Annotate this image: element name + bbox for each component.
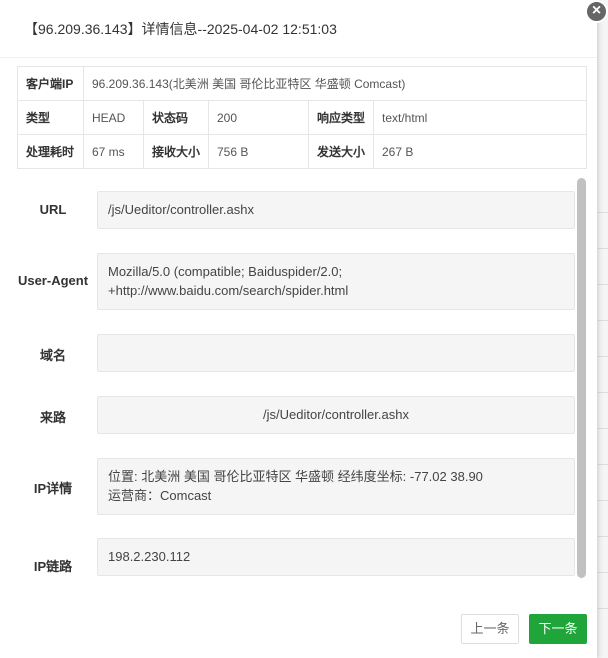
ip-chain-field[interactable]: 198.2.230.112	[97, 538, 575, 576]
detail-scroll-area[interactable]: URL /js/Ueditor/controller.ashx User-Age…	[17, 176, 587, 586]
ip-detail-field[interactable]: 位置: 北美洲 美国 哥伦比亚特区 华盛顿 经纬度坐标: -77.02 38.9…	[97, 458, 575, 515]
summary-row-timing: 处理耗时 67 ms 接收大小 756 B 发送大小 267 B	[17, 134, 588, 169]
detail-scrollbar[interactable]	[577, 178, 586, 578]
request-detail-dialog: 【96.209.36.143】详情信息--2025-04-02 12:51:03…	[0, 0, 597, 658]
ip-chain-row: IP链路 198.2.230.112	[17, 538, 577, 576]
domain-label: 域名	[39, 348, 66, 363]
process-time-label: 处理耗时	[17, 134, 84, 169]
response-type-value: text/html	[372, 100, 588, 135]
domain-row: 域名	[17, 334, 577, 372]
ip-detail-row: IP详情 位置: 北美洲 美国 哥伦比亚特区 华盛顿 经纬度坐标: -77.02…	[17, 458, 577, 515]
ip-location-text: 位置: 北美洲 美国 哥伦比亚特区 华盛顿 经纬度坐标: -77.02 38.9…	[108, 469, 483, 484]
referer-row: 来路 /js/Ueditor/controller.ashx	[17, 396, 577, 434]
dialog-title: 【96.209.36.143】详情信息--2025-04-02 12:51:03	[0, 0, 597, 58]
referer-label: 来路	[39, 410, 66, 425]
response-type-label: 响应类型	[308, 100, 374, 135]
next-button[interactable]: 下一条	[529, 614, 587, 644]
type-value: HEAD	[83, 100, 144, 135]
url-label: URL	[39, 202, 67, 217]
client-ip-label: 客户端IP	[17, 66, 84, 101]
url-field[interactable]: /js/Ueditor/controller.ashx	[97, 191, 575, 229]
summary-row-type: 类型 HEAD 状态码 200 响应类型 text/html	[17, 100, 588, 135]
client-ip-value: 96.209.36.143(北美洲 美国 哥伦比亚特区 华盛顿 Comcast)	[82, 66, 588, 101]
status-code-label: 状态码	[143, 100, 209, 135]
ip-chain-label: IP链路	[33, 559, 73, 574]
type-label: 类型	[17, 100, 84, 135]
user-agent-row: User-Agent Mozilla/5.0 (compatible; Baid…	[17, 253, 577, 310]
status-code-value: 200	[208, 100, 309, 135]
send-size-label: 发送大小	[308, 134, 374, 169]
ip-detail-label: IP详情	[33, 481, 73, 496]
domain-field[interactable]	[97, 334, 575, 372]
ip-isp-text: 运营商：Comcast	[108, 488, 212, 503]
close-icon[interactable]: ×	[585, 0, 608, 23]
user-agent-label: User-Agent	[17, 273, 89, 288]
referer-field[interactable]: /js/Ueditor/controller.ashx	[97, 396, 575, 434]
url-row: URL /js/Ueditor/controller.ashx	[17, 191, 577, 229]
request-summary-table: 客户端IP 96.209.36.143(北美洲 美国 哥伦比亚特区 华盛顿 Co…	[17, 66, 588, 169]
send-size-value: 267 B	[372, 134, 588, 169]
summary-row-client-ip: 客户端IP 96.209.36.143(北美洲 美国 哥伦比亚特区 华盛顿 Co…	[17, 66, 588, 101]
receive-size-label: 接收大小	[143, 134, 209, 169]
process-time-value: 67 ms	[83, 134, 144, 169]
receive-size-value: 756 B	[208, 134, 309, 169]
previous-button[interactable]: 上一条	[461, 614, 519, 644]
user-agent-field[interactable]: Mozilla/5.0 (compatible; Baiduspider/2.0…	[97, 253, 575, 310]
